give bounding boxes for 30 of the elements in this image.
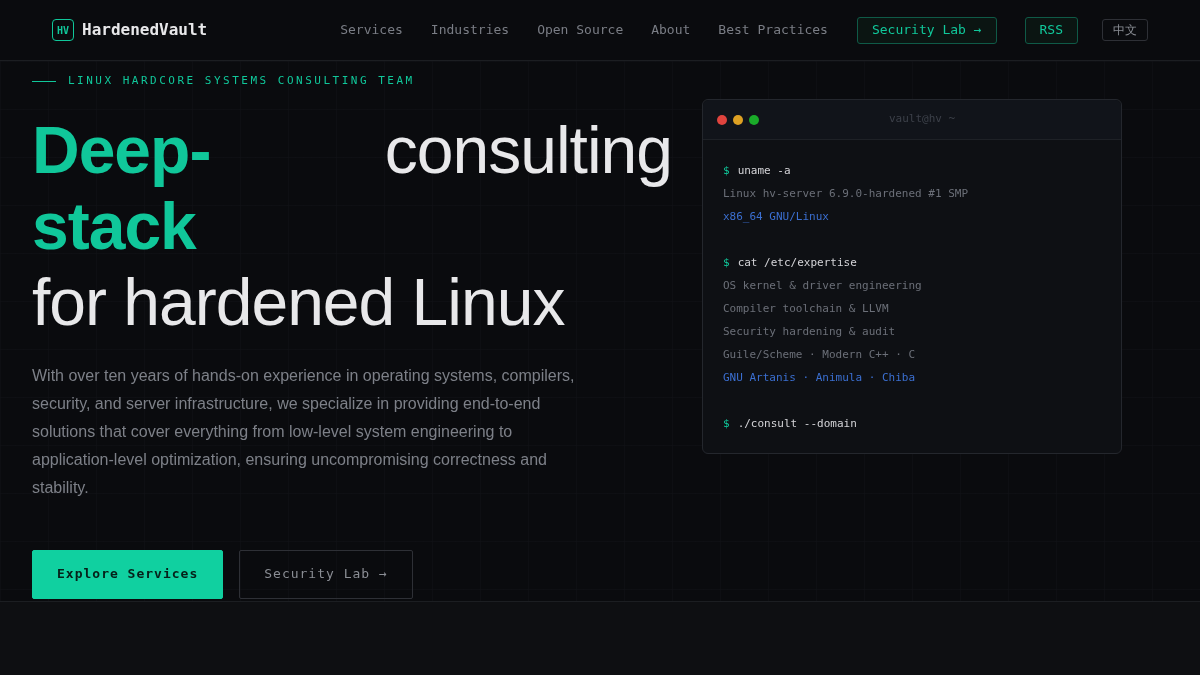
- nav-link[interactable]: Best Practices: [718, 20, 828, 40]
- eyebrow-text: LINUX HARDCORE SYSTEMS CONSULTING TEAM: [68, 73, 415, 89]
- security-lab-button[interactable]: Security Lab →: [239, 549, 413, 599]
- terminal-output: Linux hv-server 6.9.0-hardened #1 SMP: [723, 186, 969, 203]
- explore-services-button[interactable]: Explore Services: [32, 549, 224, 599]
- logo-badge[interactable]: HV: [52, 19, 74, 41]
- prompt-sign: $: [723, 416, 730, 433]
- nav-link[interactable]: Services: [340, 20, 403, 40]
- nav-link[interactable]: Open Source: [537, 20, 624, 40]
- terminal-command: cat /etc/expertise: [737, 255, 857, 272]
- terminal-output: Security hardening & audit: [723, 324, 896, 341]
- prompt-sign: $: [723, 163, 730, 180]
- prompt-sign: $: [723, 255, 730, 272]
- headline-text: consulting: [384, 111, 672, 189]
- nav-link[interactable]: Industries: [430, 20, 510, 40]
- language-toggle[interactable]: 中文: [1102, 19, 1148, 41]
- terminal-output: GNU Artanis · Animula · Chiba: [723, 370, 916, 387]
- terminal-output: x86_64 GNU/Linux: [723, 209, 829, 226]
- headline-text: for hardened Linux: [32, 264, 565, 339]
- terminal-command: ./consult --domain: [737, 416, 857, 433]
- terminal-output: Guile/Scheme · Modern C++ · C: [723, 347, 916, 364]
- rss-link[interactable]: RSS: [1024, 16, 1078, 44]
- terminal-output: OS kernel & driver engineering: [723, 278, 922, 295]
- terminal-command: uname -a: [737, 163, 791, 180]
- security-lab-link[interactable]: Security Lab →: [856, 16, 997, 44]
- brand-name[interactable]: HardenedVault: [82, 18, 208, 42]
- nav-link[interactable]: About: [651, 20, 691, 40]
- terminal-output: Compiler toolchain & LLVM: [723, 301, 889, 318]
- headline-accent: Deep-stack: [32, 111, 212, 264]
- hero-description: With over ten years of hands-on experience in operating systems, compilers, security, and server infrastructure, we specialize in providing end-to-end solutions that cover everything from low-level system engineering to application-level optimization, ensuring uncompromising correctness and stability.: [32, 365, 576, 498]
